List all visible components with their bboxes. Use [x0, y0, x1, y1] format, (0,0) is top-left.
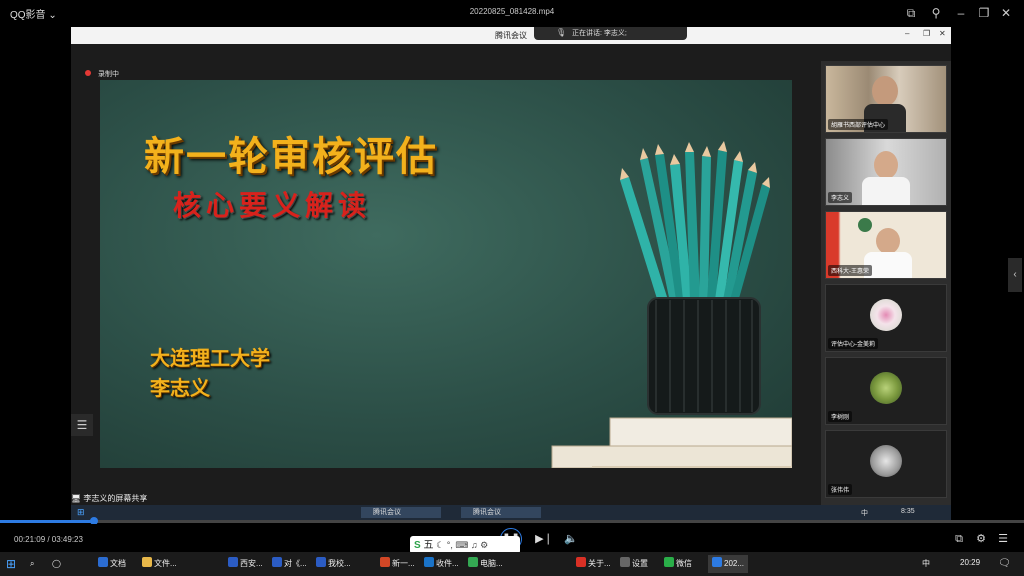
volume-icon[interactable]: 🔈 [562, 530, 580, 548]
meeting-minimize-icon[interactable]: – [905, 29, 909, 38]
slide-subtitle: 核心要义解读 [173, 189, 372, 222]
taskbar-item[interactable]: 关于... [576, 555, 611, 573]
task-view-icon[interactable]: ◯ [52, 555, 61, 573]
time-display: 00:21:09 / 03:49:23 [14, 535, 83, 544]
taskbar-item[interactable]: 新一... [380, 555, 415, 573]
taskbar-clock[interactable]: 20:29 [960, 558, 980, 567]
taskbar-item[interactable]: 收件... [424, 555, 459, 573]
participant-tile[interactable]: 李志义 [825, 138, 947, 206]
search-icon[interactable]: ⌕ [30, 555, 34, 573]
meeting-close-icon[interactable]: ✕ [939, 29, 946, 38]
video-frame[interactable]: 腾讯会议 🎙 正在讲话: 李志义; – ❐ ✕ 录制中 新一轮审核评估 核心要义… [71, 27, 951, 520]
recorded-task-meeting: 腾讯会议 [361, 507, 441, 518]
pin-icon[interactable]: ⚲ [928, 5, 944, 21]
taskbar-item-active[interactable]: 202... [708, 555, 749, 573]
recorded-clock: 8:35 [901, 508, 915, 515]
player-file-title: 20220825_081428.mp4 [469, 7, 555, 16]
recorded-task-meeting: 腾讯会议 [461, 507, 541, 518]
speaking-indicator: 🎙 正在讲话: 李志义; [534, 27, 687, 40]
maximize-icon[interactable]: ❐ [976, 5, 992, 21]
shared-slide: 新一轮审核评估 核心要义解读 大连理工大学 李志义 [100, 80, 792, 468]
school-logo-icon [858, 218, 872, 232]
slide-presenter: 李志义 [150, 376, 210, 400]
recorded-taskbar: ⊞ 腾讯会议 腾讯会议 中 8:35 [71, 505, 951, 520]
taskbar-item[interactable]: 微信 [664, 555, 692, 573]
taskbar-item[interactable]: 我校... [316, 555, 351, 573]
windows-taskbar: ⊞ ⌕ ◯ 文档 文件... 西安... 对《... 我校... 新一... 收… [0, 552, 1024, 576]
menu-icon[interactable]: ☰ [71, 414, 93, 436]
ime-mode-label: 五 [423, 540, 434, 551]
recorded-ime-label: 中 [861, 510, 868, 517]
playlist-icon[interactable]: ☰ [994, 530, 1012, 548]
participant-tile[interactable]: 胡雁书西部评估中心 [825, 65, 947, 133]
participant-avatar [870, 299, 902, 331]
speaking-text: 正在讲话: 李志义; [572, 30, 627, 37]
participant-tile[interactable]: 评估中心-金美莉 [825, 284, 947, 352]
close-icon[interactable]: ✕ [998, 5, 1014, 21]
participant-name: 胡雁书西部评估中心 [828, 119, 889, 130]
windows-start-icon: ⊞ [77, 507, 85, 517]
taskbar-item[interactable]: 设置 [620, 555, 648, 573]
participants-panel: 胡雁书西部评估中心 李志义 西科大-王惠荣 评估中心-金美莉 李树刚 张伟伟 [821, 61, 951, 520]
participant-avatar [870, 372, 902, 404]
pencils-books-illustration [551, 141, 792, 468]
slide-organization: 大连理工大学 [150, 346, 270, 370]
meeting-body: 录制中 新一轮审核评估 核心要义解读 大连理工大学 李志义 ☰ 🖥 李志义的屏幕… [71, 44, 951, 520]
participant-face [874, 151, 898, 179]
windows-start-icon[interactable]: ⊞ [6, 555, 16, 573]
ime-options-icon: ☾ °, ⌨ ♫ ⚙ [436, 540, 489, 550]
participant-name: 西科大-王惠荣 [828, 265, 872, 276]
participant-tile[interactable]: 李树刚 [825, 357, 947, 425]
minimize-icon[interactable]: – [953, 5, 969, 21]
taskbar-item[interactable]: 西安... [228, 555, 263, 573]
participant-name: 评估中心-金美莉 [828, 338, 878, 349]
taskbar-item[interactable]: 电脑... [468, 555, 503, 573]
notification-icon[interactable]: 🗨 [998, 555, 1011, 573]
screenshot-icon[interactable]: ⧉ [903, 5, 919, 21]
participant-name: 李志义 [828, 192, 853, 203]
participant-tile[interactable]: 张伟伟 [825, 430, 947, 498]
settings-icon[interactable]: ⚙ [972, 530, 990, 548]
next-icon[interactable]: ▶❘ [535, 530, 553, 548]
screenshot-icon[interactable]: ⧉ [950, 530, 968, 548]
progress-fill [0, 520, 95, 523]
progress-bar[interactable] [0, 517, 1024, 525]
taskbar-item[interactable]: 对《... [272, 555, 307, 573]
screen-share-icon: 🖥 [71, 494, 82, 503]
taskbar-ime-label[interactable]: 中 [922, 555, 930, 573]
recording-label: 录制中 [98, 71, 119, 78]
taskbar-item[interactable]: 文档 [98, 555, 126, 573]
recording-icon [85, 70, 91, 76]
participant-face [872, 76, 898, 106]
participant-body [862, 177, 910, 205]
meeting-restore-icon[interactable]: ❐ [923, 29, 930, 38]
taskbar-item[interactable]: 文件... [142, 555, 177, 573]
meeting-window-title: 腾讯会议 [495, 31, 527, 40]
meeting-titlebar: 腾讯会议 🎙 正在讲话: 李志义; – ❐ ✕ [71, 27, 951, 44]
player-titlebar: QQ影音 ⌄ 20220825_081428.mp4 ⧉ ⚲ – ❐ ✕ [0, 0, 1024, 26]
participant-name: 李树刚 [828, 411, 853, 422]
participant-tile[interactable]: 西科大-王惠荣 [825, 211, 947, 279]
screen-share-text: 李志义的屏幕共享 [83, 494, 148, 503]
participant-avatar [870, 445, 902, 477]
chevron-left-icon[interactable]: ‹ [1008, 258, 1022, 292]
ime-logo-icon: S [414, 540, 421, 551]
slide-title: 新一轮审核评估 [144, 134, 438, 180]
screen-share-label: 🖥 李志义的屏幕共享 [71, 493, 147, 504]
participant-face [876, 228, 900, 254]
participant-name: 张伟伟 [828, 484, 853, 495]
microphone-icon: 🎙 [556, 28, 567, 37]
